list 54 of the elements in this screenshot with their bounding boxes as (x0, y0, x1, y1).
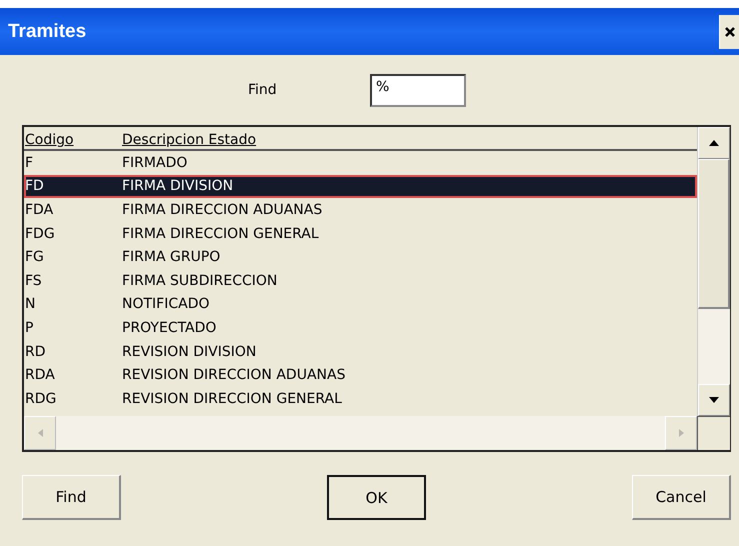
size-grip (697, 416, 730, 450)
column-header[interactable]: Codigo (24, 131, 122, 149)
up-arrow-icon (709, 140, 719, 146)
dialog-button[interactable]: Find (22, 475, 121, 520)
code-cell-text: RDA (24, 367, 56, 384)
scroll-thumb[interactable] (698, 159, 730, 309)
list-row[interactable]: RDA REVISION DIRECCION ADUANAS (24, 363, 697, 387)
description-cell: FIRMA SUBDIRECCION (122, 272, 278, 289)
vertical-scrollbar[interactable] (697, 127, 730, 416)
list-row[interactable]: FD FIRMA DIVISION (24, 174, 697, 198)
close-button[interactable] (719, 14, 739, 48)
description-cell: FIRMA DIRECCION GENERAL (122, 226, 319, 242)
list-row[interactable]: FG FIRMA GRUPO (24, 245, 697, 269)
code-cell-text: FG (24, 249, 45, 266)
description-cell: FIRMA GRUPO (122, 249, 220, 266)
list-row[interactable]: F FIRMADO (24, 151, 697, 175)
code-cell-text: F (24, 154, 34, 171)
scroll-up-button[interactable] (698, 127, 730, 159)
code-cell-text: N (24, 296, 36, 312)
description-cell: REVISION DIVISION (122, 344, 256, 360)
find-field[interactable]: % (370, 74, 466, 106)
window-title: Tramites (8, 20, 86, 42)
close-icon (724, 26, 736, 38)
code-cell-text: FD (24, 178, 45, 194)
code-cell-text: FDA (24, 202, 54, 218)
find-label: Find (248, 82, 278, 98)
code-cell-text: FDG (24, 226, 56, 242)
description-cell: FIRMADO (122, 154, 188, 171)
horizontal-scrollbar[interactable] (24, 416, 697, 450)
list-row[interactable]: RD REVISION DIVISION (24, 340, 697, 364)
description-cell: PROYECTADO (122, 320, 216, 336)
description-cell: NOTIFICADO (122, 296, 210, 312)
scroll-left-button[interactable] (24, 416, 56, 450)
list-row[interactable]: RDG REVISION DIRECCION GENERAL (24, 386, 697, 411)
column-header[interactable]: Descripcion Estado (122, 131, 256, 149)
list-row[interactable]: FDA FIRMA DIRECCION ADUANAS (24, 198, 697, 222)
list-row[interactable]: N NOTIFICADO (24, 292, 697, 316)
right-arrow-icon (678, 429, 684, 437)
list-row[interactable]: FDG FIRMA DIRECCION GENERAL (24, 222, 697, 246)
scroll-down-button[interactable] (698, 384, 730, 416)
description-cell: REVISION DIRECCION GENERAL (122, 390, 342, 407)
left-arrow-icon (38, 429, 42, 437)
dialog-button[interactable]: OK (327, 475, 426, 520)
description-cell: FIRMA DIVISION (122, 178, 234, 194)
dialog-button[interactable]: Cancel (632, 475, 731, 520)
code-cell-text: RDG (24, 390, 58, 407)
code-cell-text: FS (24, 272, 43, 289)
down-arrow-icon (709, 397, 719, 403)
list-row[interactable]: FS FIRMA SUBDIRECCION (24, 268, 697, 293)
description-cell: FIRMA DIRECCION ADUANAS (122, 202, 322, 218)
description-cell: REVISION DIRECCION ADUANAS (122, 367, 346, 384)
code-cell-text: RD (24, 344, 47, 360)
list-row[interactable]: P PROYECTADO (24, 316, 697, 340)
code-cell-text: P (24, 320, 34, 336)
